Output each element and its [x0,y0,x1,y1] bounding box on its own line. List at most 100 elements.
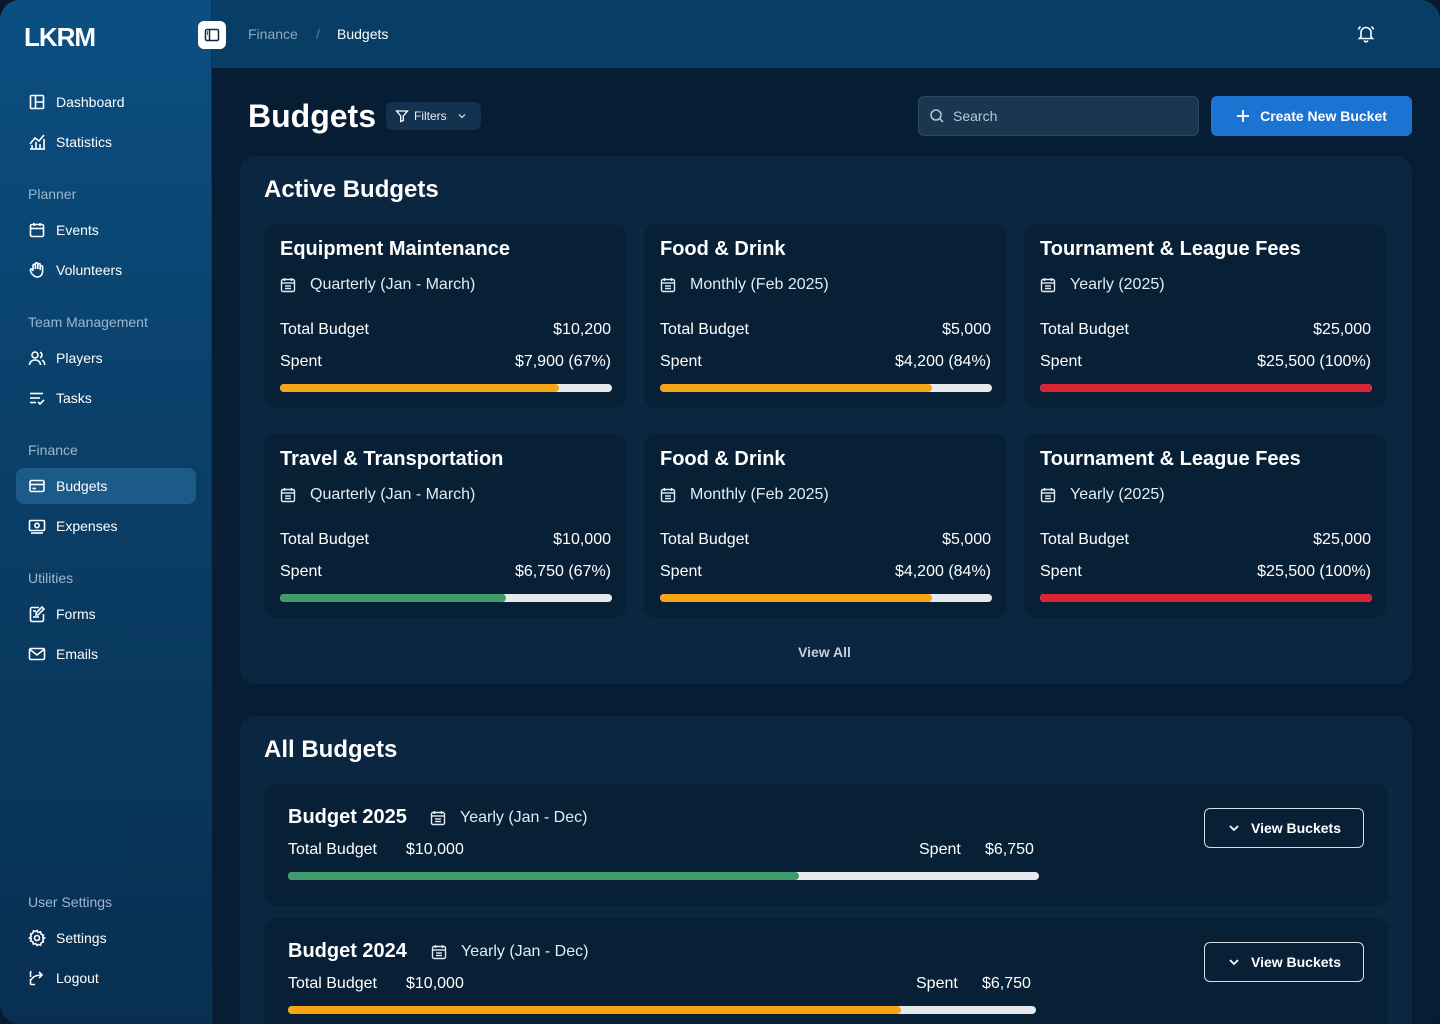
budget-progress-bar [1040,594,1372,602]
view-buckets-button[interactable]: View Buckets [1204,942,1364,982]
total-budget-label: Total Budget [1040,531,1129,548]
sidebar-item-budgets[interactable]: Budgets [16,468,196,504]
dashboard-icon [29,94,45,110]
budget-card-period-text: Quarterly (Jan - March) [310,486,476,503]
spent-label: Spent [919,841,961,858]
budget-card-period-text: Monthly (Feb 2025) [690,276,829,293]
breadcrumb-budgets: Budgets [337,26,389,42]
sidebar-item-volunteers[interactable]: Volunteers [16,252,196,288]
spent-value: $25,500 (100%) [1257,563,1371,580]
calendar-icon [1040,278,1056,293]
tasks-icon [30,392,45,406]
logout-icon [29,970,44,986]
view-buckets-label: View Buckets [1250,954,1341,970]
budget-row[interactable]: Budget 2025 Yearly (Jan - Dec) Total Bud… [264,784,1388,906]
spent-value: $25,500 (100%) [1257,353,1371,370]
all-budgets-title: All Budgets [264,736,398,763]
budget-card-title: Equipment Maintenance [280,238,511,260]
sidebar-item-tasks[interactable]: Tasks [16,380,196,416]
mail-icon [28,647,46,661]
budget-row[interactable]: Budget 2024 Yearly (Jan - Dec) Total Bud… [264,918,1388,1024]
budget-card-period-text: Yearly (2025) [1070,486,1165,503]
calendar-icon [280,278,296,293]
sidebar-section-team-management: Team Management [28,314,148,330]
sidebar-item-label: Tasks [56,390,92,406]
calendar-icon [280,488,296,503]
budget-row-period-text: Yearly (Jan - Dec) [461,943,589,960]
sidebar-section-planner: Planner [28,186,77,202]
budget-card[interactable]: Tournament & League Fees Yearly (2025) Tot… [1024,224,1387,408]
search-input[interactable]: Search [918,96,1199,136]
total-budget-value: $10,000 [406,841,464,858]
budget-card[interactable]: Equipment Maintenance Quarterly (Jan - Ma… [264,224,627,408]
budget-progress-fill [280,594,506,602]
total-budget-label: Total Budget [288,841,377,858]
sidebar-item-label: Dashboard [56,94,125,110]
create-new-bucket-button[interactable]: Create New Bucket [1211,96,1412,136]
budget-card[interactable]: Tournament & League Fees Yearly (2025) Tot… [1024,434,1387,618]
calendar-icon [431,945,447,960]
budget-progress-bar [280,384,612,392]
sidebar-item-label: Players [56,350,103,366]
sidebar-item-label: Logout [56,970,99,986]
view-all-link[interactable]: View All [798,644,851,660]
budget-row-period: Yearly (Jan - Dec) [430,809,587,827]
search-icon [930,109,944,123]
top-bar [212,0,1440,68]
budget-card-title: Food & Drink [660,448,786,470]
breadcrumb-finance[interactable]: Finance [248,26,298,42]
budget-card[interactable]: Travel & Transportation Quarterly (Jan - … [264,434,627,618]
sidebar-item-events[interactable]: Events [16,212,196,248]
sidebar-item-statistics[interactable]: Statistics [16,124,196,160]
filters-button[interactable]: Filters [386,102,481,130]
sidebar-item-label: Budgets [56,478,108,494]
budget-progress-bar [288,1006,1036,1014]
sidebar-item-expenses[interactable]: Expenses [16,508,196,544]
view-buckets-button[interactable]: View Buckets [1204,808,1364,848]
sidebar-toggle-icon [204,28,220,42]
hand-icon [29,262,44,278]
budget-row-period-text: Yearly (Jan - Dec) [460,809,588,826]
total-budget-value: $25,000 [1313,321,1371,338]
spent-label: Spent [1040,353,1082,370]
budget-card-period: Monthly (Feb 2025) [660,276,829,294]
sidebar-section-finance: Finance [28,442,78,458]
create-new-bucket-label: Create New Bucket [1260,108,1387,124]
brand-logo[interactable]: LKRM [24,22,96,53]
budget-card[interactable]: Food & Drink Monthly (Feb 2025) Total Budg… [644,434,1007,618]
chevron-down-icon [1229,959,1239,966]
sidebar-item-emails[interactable]: Emails [16,636,196,672]
sidebar-item-label: Volunteers [56,262,123,278]
calendar-icon [29,223,45,238]
sidebar-item-logout[interactable]: Logout [16,960,196,996]
budget-card[interactable]: Food & Drink Monthly (Feb 2025) Total Budg… [644,224,1007,408]
expenses-icon [28,519,46,534]
filter-icon [395,110,409,123]
sidebar-item-settings[interactable]: Settings [16,920,196,956]
total-budget-value: $10,200 [553,321,611,338]
sidebar-item-label: Emails [56,646,99,662]
total-budget-value: $5,000 [942,531,991,548]
budget-card-period: Quarterly (Jan - March) [280,486,475,504]
budget-progress-fill [660,594,933,602]
notification-bell-icon[interactable] [1356,24,1376,44]
sidebar-item-forms[interactable]: Forms [16,596,196,632]
sidebar-item-players[interactable]: Players [16,340,196,376]
budget-progress-bar [660,384,992,392]
total-budget-label: Total Budget [1040,321,1129,338]
calendar-icon [660,278,676,293]
budget-card-period: Yearly (2025) [1040,276,1165,294]
sidebar-item-dashboard[interactable]: Dashboard [16,84,196,120]
sidebar-toggle-button[interactable] [198,21,226,49]
spent-value: $6,750 [985,841,1034,858]
wallet-icon [29,479,45,493]
search-placeholder: Search [953,108,998,124]
sidebar-section-utilities: Utilities [28,570,74,586]
sidebar: LKRM Dashboard Statistics Planner Events… [0,0,212,1024]
total-budget-value: $10,000 [406,975,464,992]
budget-card-period-text: Yearly (2025) [1070,276,1165,293]
budget-card-title: Tournament & League Fees [1040,238,1301,260]
spent-label: Spent [660,563,702,580]
budget-card-period: Monthly (Feb 2025) [660,486,829,504]
sidebar-item-label: Expenses [56,518,118,534]
